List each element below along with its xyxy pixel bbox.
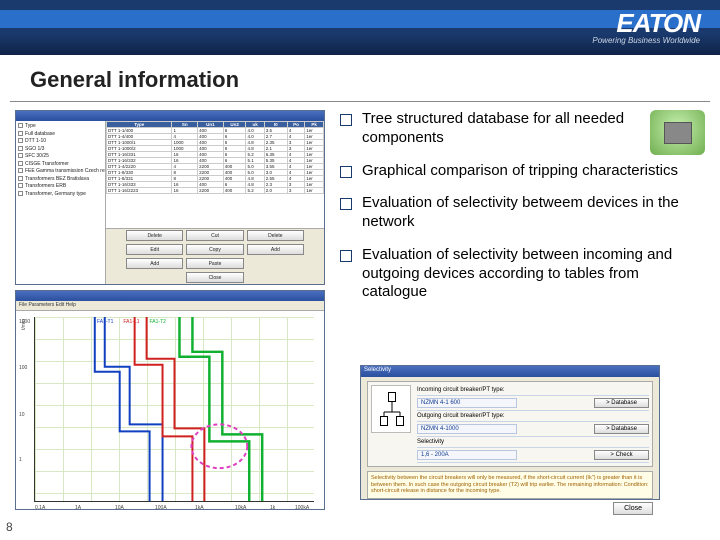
db-titlebar <box>16 111 324 121</box>
selectivity-note: Selectivity between the circuit breakers… <box>367 471 653 499</box>
db-copy-button[interactable]: Copy <box>186 244 243 255</box>
tree-node[interactable]: Full database <box>18 131 103 139</box>
db-paste-button[interactable]: Paste <box>186 258 243 269</box>
page-title: General information <box>0 55 720 97</box>
tree-node[interactable]: Transformers ERB <box>18 183 103 191</box>
tree-node[interactable]: DTT 1-10 <box>18 138 103 146</box>
bullet-item: Graphical comparison of tripping charact… <box>340 162 700 181</box>
db-delete-button[interactable]: Delete <box>126 230 183 241</box>
tree-node[interactable]: CISGE Transformer <box>18 161 103 169</box>
x-tick: 10A <box>115 505 124 511</box>
x-tick: 1A <box>75 505 81 511</box>
chart-titlebar <box>16 291 324 301</box>
header-stripe <box>0 10 720 28</box>
y-tick: 100 <box>19 365 27 371</box>
db-table[interactable]: TypeSnUn1Un2ukI0PoPkDTT 1-1/400140064.03… <box>106 121 324 229</box>
y-tick: 1 <box>19 457 22 463</box>
x-tick: 1kA <box>195 505 204 511</box>
y-tick: 10 <box>19 412 25 418</box>
bullet-item: Evaluation of selectivity betweem device… <box>340 194 700 232</box>
selectivity-titlebar: Selectivity <box>361 366 659 377</box>
tree-node[interactable]: SFC 30/25 <box>18 153 103 161</box>
tree-node[interactable]: SGO 1/3 <box>18 146 103 154</box>
db-delete-button[interactable]: Delete <box>247 230 304 241</box>
chart-window: File Parameters Edit Help FA1-T1FA1-L1FA… <box>15 290 325 510</box>
x-tick: 10kA <box>235 505 246 511</box>
db-cut-button[interactable]: Cut <box>186 230 243 241</box>
bullet-item: Tree structured database for all needed … <box>340 110 700 148</box>
check-button[interactable]: > Check <box>594 450 649 460</box>
brand-tagline: Powering Business Worldwide <box>592 36 700 45</box>
tree-node[interactable]: Transformers BEZ Bratislava <box>18 176 103 184</box>
tree-node[interactable]: Transformer, Germany type <box>18 191 103 199</box>
incoming-field[interactable]: NZMN 4-1 600 <box>417 398 517 408</box>
bullet-item: Evaluation of selectivity between incomi… <box>340 246 700 302</box>
tripping-curves <box>35 317 314 501</box>
tree-node[interactable]: Type <box>18 123 103 131</box>
table-row[interactable]: DTT 1-16/22231622004005.22.031er <box>107 188 324 194</box>
db-edit-button[interactable]: Edit <box>126 244 183 255</box>
close-button[interactable]: Close <box>613 502 653 515</box>
db-close-button[interactable]: Close <box>186 272 243 283</box>
incoming-database-button[interactable]: > Database <box>594 398 649 408</box>
x-tick: 0.1A <box>35 505 45 511</box>
database-window: TypeFull databaseDTT 1-10SGO 1/3SFC 30/2… <box>15 110 325 285</box>
db-button-panel: DeleteCutDeleteEditCopyAddAddPasteClose <box>106 229 324 284</box>
outgoing-field[interactable]: NZMN 4-1000 <box>417 424 517 434</box>
db-add-button[interactable]: Add <box>247 244 304 255</box>
outgoing-label: Outgoing circuit breaker/PT type: <box>417 413 505 419</box>
selectivity-input-group: Incoming circuit breaker/PT type: NZMN 4… <box>367 381 653 467</box>
outgoing-database-button[interactable]: > Database <box>594 424 649 434</box>
bullet-list: Tree structured database for all needed … <box>340 110 700 316</box>
incoming-label: Incoming circuit breaker/PT type: <box>417 387 505 393</box>
title-rule <box>10 101 710 102</box>
chart-menu[interactable]: File Parameters Edit Help <box>16 301 324 311</box>
selectivity-result-field: 1,6 - 200A <box>417 450 517 460</box>
x-tick: 100kA <box>295 505 309 511</box>
db-tree[interactable]: TypeFull databaseDTT 1-10SGO 1/3SFC 30/2… <box>16 121 106 284</box>
x-tick: 100A <box>155 505 167 511</box>
selectivity-window: Selectivity <box>360 365 660 500</box>
db-add-button[interactable]: Add <box>126 258 183 269</box>
breaker-diagram <box>371 385 411 433</box>
y-label: t/min <box>21 319 27 330</box>
header-bar: EATON Powering Business Worldwide <box>0 0 720 55</box>
selectivity-result-label: Selectivity <box>417 439 444 445</box>
page-number: 8 <box>6 520 13 534</box>
brand-logo: EATON <box>616 8 700 39</box>
chart-plot-area: FA1-T1FA1-L1FA1-T2 1000 100 10 1 t/min 0… <box>34 317 314 502</box>
tree-node[interactable]: FEE Gamma transmission Czech republic <box>18 168 103 176</box>
x-tick: 1k <box>270 505 275 511</box>
